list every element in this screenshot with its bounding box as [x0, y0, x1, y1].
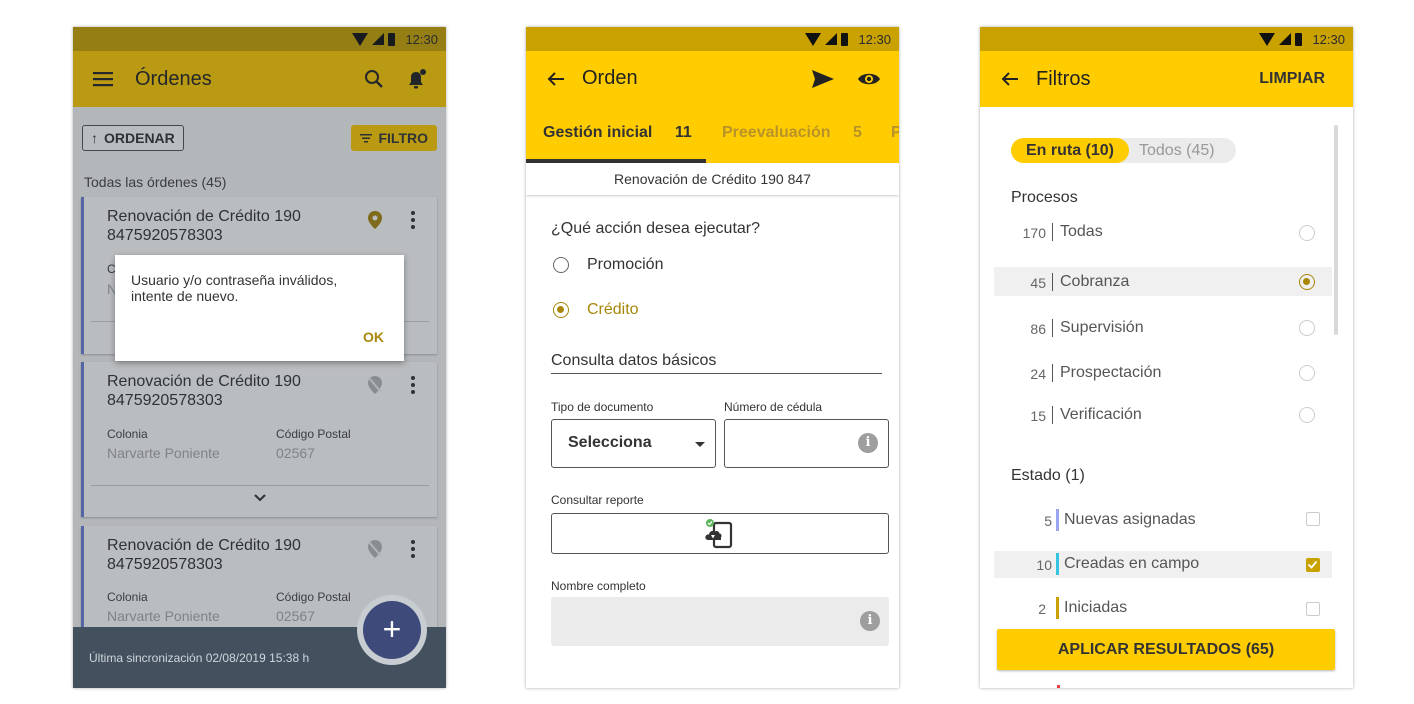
tab-count: 11: [674, 124, 692, 141]
doc-type-select[interactable]: Selecciona: [551, 419, 716, 468]
state-count: 5: [1044, 513, 1052, 529]
separator: [1052, 364, 1053, 382]
segment-en-ruta[interactable]: En ruta (10): [1011, 138, 1129, 163]
process-label: Prospectación: [1060, 364, 1162, 381]
tab-preevaluacion[interactable]: Preevaluación 5: [722, 124, 862, 142]
section-underline: [551, 373, 882, 374]
radio-promocion[interactable]: Promoción: [553, 256, 663, 274]
state-color-bar: [1056, 509, 1059, 531]
id-number-input[interactable]: i: [724, 419, 889, 468]
info-icon[interactable]: i: [858, 433, 878, 453]
order-screen: 12:30 Orden Gestión inicial 11 Preevalua…: [526, 27, 899, 688]
send-icon[interactable]: [809, 65, 837, 93]
state-color-bar: [1056, 597, 1059, 619]
battery-icon: [1295, 32, 1303, 46]
apply-results-button[interactable]: APLICAR RESULTADOS (65): [997, 629, 1335, 670]
process-count: 170: [1022, 225, 1046, 241]
state-color-bar-partial: [1057, 685, 1060, 688]
back-arrow-icon[interactable]: [996, 65, 1024, 93]
tab-bar: Gestión inicial 11 Preevaluación 5 P: [526, 106, 899, 163]
status-bar: 12:30: [980, 27, 1353, 51]
clear-button[interactable]: LIMPIAR: [1259, 70, 1325, 88]
process-count: 45: [1030, 275, 1046, 291]
radio-selected-icon: [1299, 274, 1315, 290]
doc-type-label: Tipo de documento: [551, 400, 654, 414]
signal-icon: [1279, 33, 1292, 45]
checkbox-icon: [1306, 602, 1320, 616]
state-label: Nuevas asignadas: [1064, 511, 1196, 528]
full-name-field: i: [551, 597, 889, 646]
process-count: 86: [1030, 321, 1046, 337]
page-title: Orden: [582, 67, 638, 89]
sync-text: Última sincronización 02/08/2019 15:38 h: [89, 651, 310, 665]
page-title: Filtros: [1036, 67, 1091, 90]
status-time: 12:30: [1312, 31, 1345, 47]
radio-label: Promoción: [587, 256, 664, 273]
wifi-icon: [1259, 32, 1276, 46]
radio-icon: [553, 257, 569, 273]
state-label: Creadas en campo: [1064, 555, 1200, 572]
info-icon[interactable]: i: [860, 611, 880, 631]
process-label: Cobranza: [1060, 273, 1130, 290]
report-label: Consultar reporte: [551, 493, 644, 507]
signal-icon: [825, 33, 838, 45]
add-order-fab[interactable]: +: [363, 601, 421, 659]
status-bar: 12:30: [526, 27, 899, 51]
back-arrow-icon[interactable]: [542, 65, 570, 93]
radio-icon: [1299, 365, 1315, 381]
processes-title: Procesos: [1011, 189, 1078, 206]
tab-label: Preevaluación: [722, 124, 831, 141]
state-count: 2: [1038, 601, 1046, 617]
process-label: Todas: [1060, 223, 1103, 240]
battery-icon: [841, 32, 849, 46]
error-dialog: Usuario y/o contraseña inválidos, intent…: [115, 255, 404, 361]
cloud-download-icon: [705, 519, 733, 549]
process-label: Supervisión: [1060, 319, 1144, 336]
process-count: 15: [1030, 408, 1046, 424]
radio-icon: [1299, 225, 1315, 241]
radio-selected-icon: [553, 302, 569, 318]
state-label: Iniciadas: [1064, 599, 1128, 616]
dropdown-arrow-icon: [695, 442, 705, 447]
tab-count: 5: [852, 124, 862, 141]
radio-icon: [1299, 320, 1315, 336]
id-number-label: Número de cédula: [724, 400, 823, 414]
orders-screen: 12:30 Órdenes ↑ ORDENAR FILTRO Todas las…: [73, 27, 446, 688]
state-color-bar: [1056, 553, 1059, 575]
status-time: 12:30: [858, 31, 891, 47]
checkbox-icon: [1306, 512, 1320, 526]
eye-icon[interactable]: [855, 65, 883, 93]
separator: [1052, 406, 1053, 424]
dialog-ok-button[interactable]: OK: [363, 329, 384, 345]
order-subheader: Renovación de Crédito 190 847: [526, 163, 899, 195]
segment-todos[interactable]: Todos (45): [1139, 138, 1215, 163]
wifi-icon: [805, 32, 822, 46]
app-bar: Filtros LIMPIAR: [980, 51, 1353, 107]
process-count: 24: [1030, 366, 1046, 382]
tab-label: Gestión inicial: [543, 124, 653, 141]
section-title: Consulta datos básicos: [551, 352, 717, 369]
checkbox-checked-icon: [1306, 558, 1320, 572]
consult-report-button[interactable]: [551, 513, 889, 554]
separator: [1052, 223, 1053, 241]
tab-partial[interactable]: P: [891, 124, 899, 142]
segment-control: En ruta (10) Todos (45): [1011, 138, 1236, 163]
dialog-message: Usuario y/o contraseña inválidos, intent…: [131, 272, 338, 304]
doc-type-value: Selecciona: [568, 434, 652, 451]
full-name-label: Nombre completo: [551, 579, 646, 593]
radio-credito[interactable]: Crédito: [553, 301, 639, 319]
tab-gestion-inicial[interactable]: Gestión inicial 11: [543, 124, 692, 142]
state-title: Estado (1): [1011, 467, 1085, 484]
app-bar: Orden: [526, 51, 899, 106]
question-text: ¿Qué acción desea ejecutar?: [551, 220, 761, 237]
radio-icon: [1299, 407, 1315, 423]
radio-label: Crédito: [587, 301, 639, 318]
state-count: 10: [1036, 557, 1052, 573]
separator: [1052, 319, 1053, 337]
process-label: Verificación: [1060, 406, 1142, 423]
scrollbar[interactable]: [1334, 125, 1338, 335]
filters-screen: 12:30 Filtros LIMPIAR En ruta (10) Todos…: [980, 27, 1353, 688]
separator: [1052, 273, 1053, 291]
